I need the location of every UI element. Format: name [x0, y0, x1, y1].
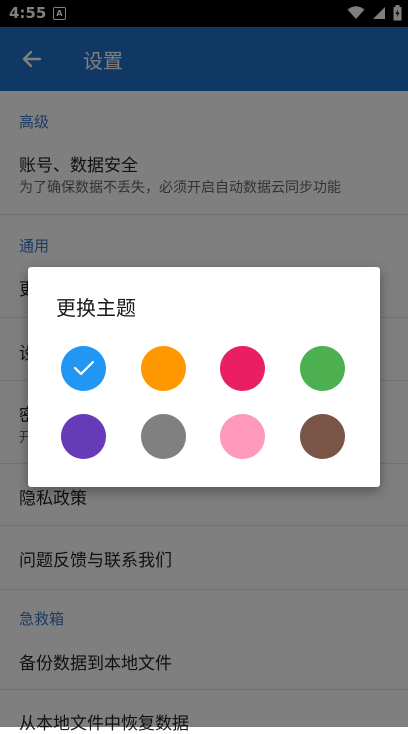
theme-color-swatch-5[interactable]: [61, 414, 106, 459]
dialog-title: 更换主题: [56, 296, 136, 320]
theme-color-swatch-8[interactable]: [300, 414, 345, 459]
theme-color-swatch-4[interactable]: [300, 346, 345, 391]
theme-dialog: 更换主题: [28, 267, 380, 487]
theme-color-swatch-7[interactable]: [220, 414, 265, 459]
theme-color-swatch-3[interactable]: [220, 346, 265, 391]
theme-color-swatch-1[interactable]: [61, 346, 106, 391]
theme-color-swatch-6[interactable]: [141, 414, 186, 459]
theme-color-swatch-2[interactable]: [141, 346, 186, 391]
check-icon: [73, 360, 95, 376]
